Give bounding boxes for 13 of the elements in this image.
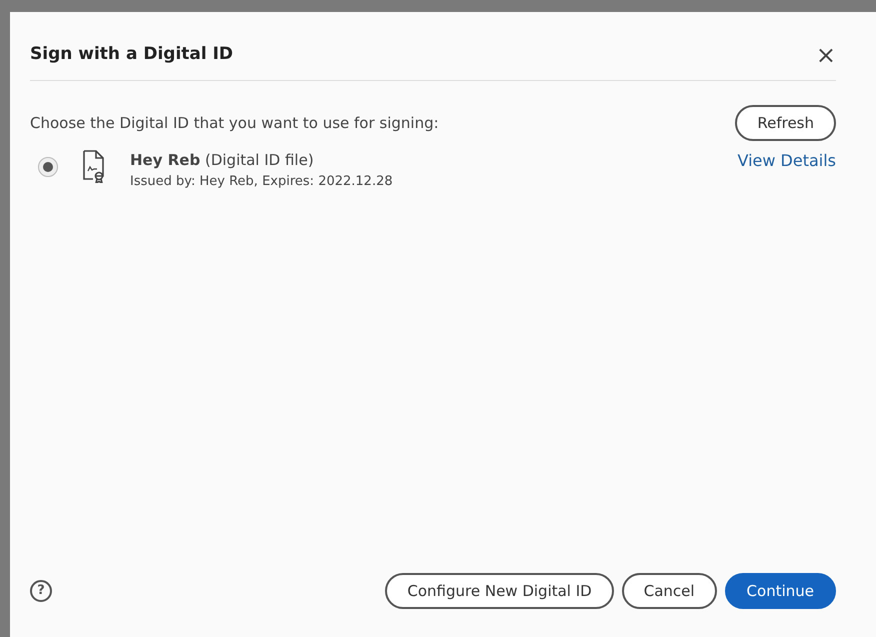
radio-button[interactable] xyxy=(38,157,58,177)
help-icon[interactable]: ? xyxy=(30,580,52,602)
digital-id-details: Issued by: Hey Reb, Expires: 2022.12.28 xyxy=(130,172,394,190)
prompt-text: Choose the Digital ID that you want to use for signing: xyxy=(30,112,439,134)
dialog-title: Sign with a Digital ID xyxy=(30,43,234,66)
dialog-button[interactable]: Continue xyxy=(724,572,836,609)
certificate-file-icon xyxy=(82,149,106,183)
dialog-button[interactable]: Cancel xyxy=(622,572,717,609)
view-details-link[interactable]: View Details xyxy=(737,149,836,173)
dialog-button[interactable]: Configure New Digital ID xyxy=(385,572,614,609)
close-button[interactable]: × xyxy=(816,42,836,67)
digital-id-name: Hey Reb (Digital ID file) xyxy=(130,150,315,171)
refresh-button[interactable]: Refresh xyxy=(735,104,836,141)
